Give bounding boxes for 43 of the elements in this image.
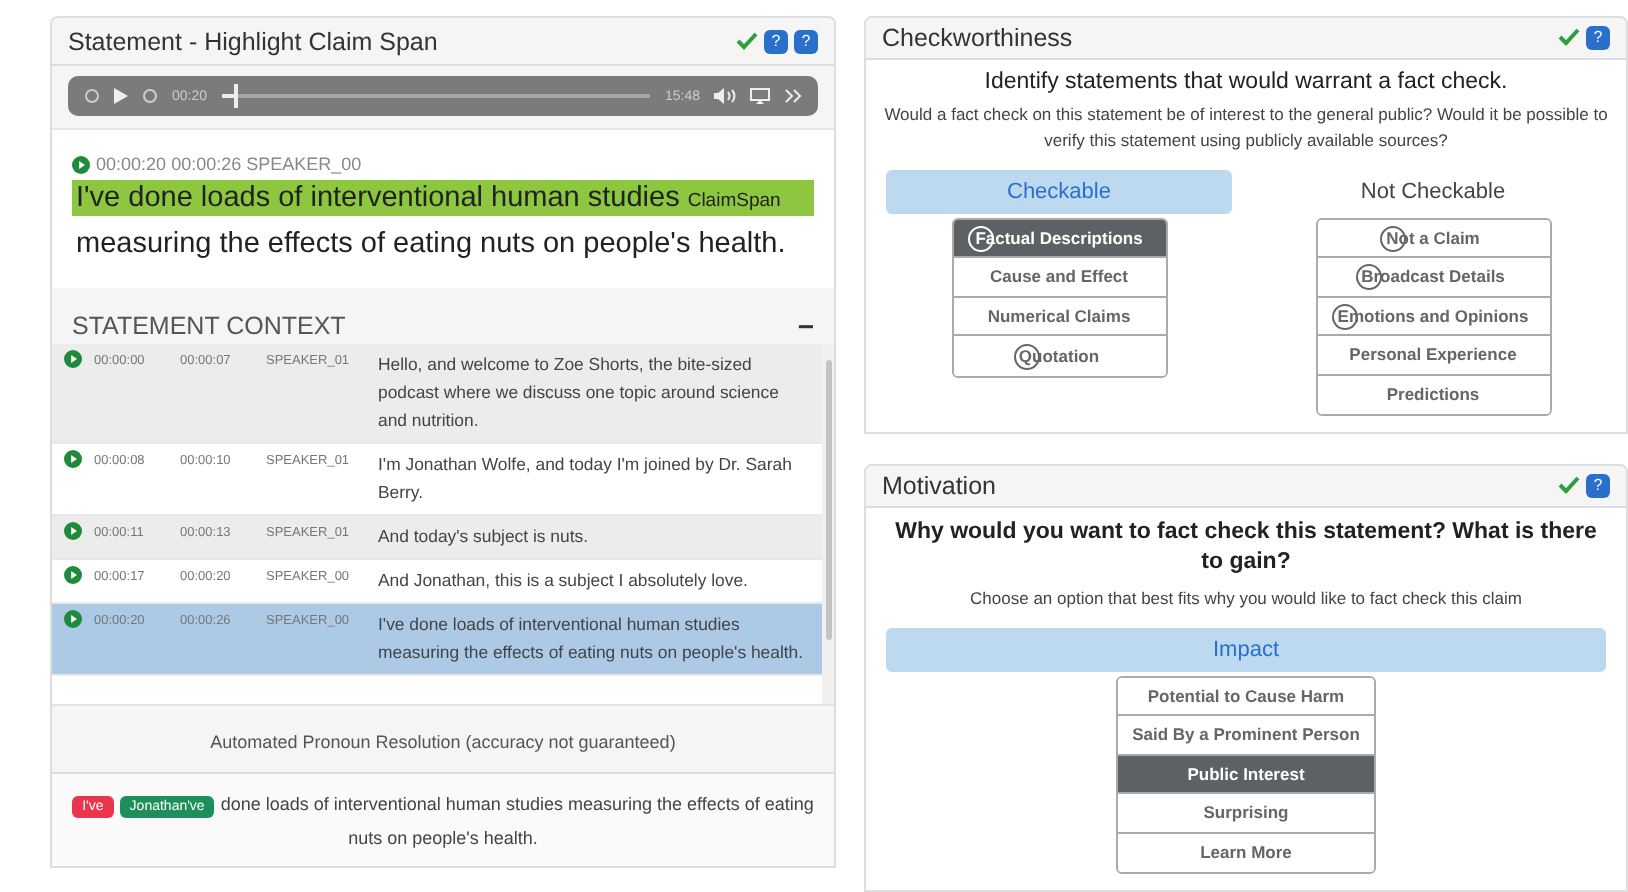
- play-icon[interactable]: [64, 350, 82, 368]
- transcript-text: I'm Jonathan Wolfe, and today I'm joined by Dr. Sarah Berry.: [378, 452, 794, 506]
- panel-title: Checkworthiness: [882, 23, 1073, 52]
- play-icon[interactable]: [114, 88, 128, 104]
- category-button[interactable]: Impact: [886, 627, 1606, 671]
- statement-text: measuring the effects of eating nuts on people's health.: [74, 228, 788, 260]
- seek-track[interactable]: [221, 84, 651, 108]
- section-title: Automated Pronoun Resolution (accuracy not guaranteed): [210, 732, 676, 752]
- help-badge[interactable]: ?: [1586, 25, 1610, 50]
- panel-title: Statement - Highlight Claim Span: [68, 27, 438, 55]
- highlighted-span[interactable]: I've done loads of interventional human studies ClaimSpan: [72, 180, 814, 216]
- scrollbar[interactable]: [822, 344, 834, 704]
- option-button[interactable]: Potential to Cause Harm: [1118, 677, 1374, 716]
- segment-meta: 00:00:20 00:00:26 SPEAKER_00: [96, 154, 362, 174]
- question-text: Choose an option that best fits why you would like to fact check this claim: [968, 585, 1524, 611]
- play-icon[interactable]: [64, 522, 82, 540]
- play-icon[interactable]: [72, 155, 90, 173]
- transcript-text: And today's subject is nuts.: [378, 524, 591, 550]
- screen-icon[interactable]: [750, 88, 770, 104]
- chevrons-icon[interactable]: [784, 88, 802, 104]
- transcript-text: I've done loads of interventional human studies measuring the effects of eating nuts on people's health.: [378, 612, 806, 666]
- question-text: Would a fact check on this statement be of interest to the general public? Would it be possible to verify this statement using publicly available sources?: [882, 101, 1610, 154]
- question-heading: Identify statements that would warrant a fact check.: [982, 69, 1510, 94]
- question-heading: Why would you want to fact check this statement? What is there to gain?: [893, 517, 1599, 577]
- seek-thumb[interactable]: [233, 84, 238, 108]
- play-icon[interactable]: [64, 610, 82, 628]
- category-button[interactable]: Checkable: [886, 169, 1232, 214]
- play-icon[interactable]: [64, 450, 82, 468]
- claim-span-tag: ClaimSpan: [687, 190, 781, 212]
- collapse-button[interactable]: −: [797, 312, 814, 340]
- help-badge[interactable]: ?: [764, 29, 788, 53]
- help-badge[interactable]: ?: [794, 29, 818, 53]
- section-title: STATEMENT CONTEXT: [72, 312, 346, 340]
- panel-title: Motivation: [882, 471, 996, 500]
- transcript-text: Hello, and welcome to Zoe Shorts, the bite-sized podcast where we discuss one topic around science and nutrition.: [378, 352, 781, 434]
- resolved-text: done loads of interventional human studies measuring the effects of eating nuts on people's health.: [220, 794, 814, 848]
- play-icon[interactable]: [64, 566, 82, 584]
- transcript-text: And Jonathan, this is a subject I absolutely love.: [378, 568, 750, 594]
- claim-text: I've done loads of interventional human studies: [76, 182, 680, 214]
- category-button[interactable]: Not Checkable: [1260, 169, 1606, 214]
- option-button[interactable]: Public Interest: [1118, 755, 1374, 794]
- help-badge[interactable]: ?: [1586, 473, 1610, 498]
- volume-icon[interactable]: [714, 88, 736, 104]
